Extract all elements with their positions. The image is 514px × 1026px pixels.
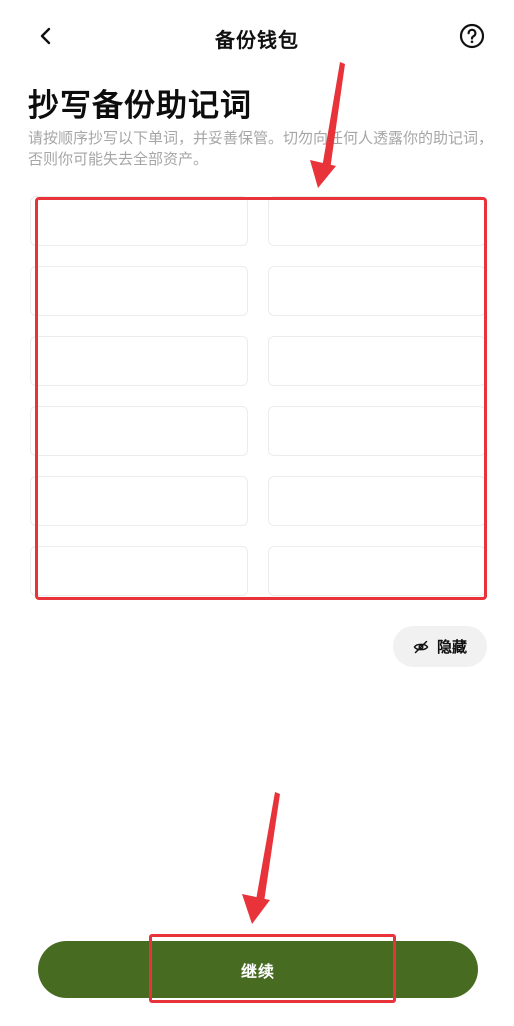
annotation-arrow-bottom <box>242 792 280 924</box>
annotation-arrow-top <box>310 62 345 188</box>
mnemonic-grid <box>30 196 486 598</box>
mnemonic-word-8 <box>268 406 486 456</box>
hide-words-label: 隐藏 <box>436 638 467 656</box>
mnemonic-word-1 <box>30 196 248 246</box>
page-title: 抄写备份助记词 <box>28 88 252 124</box>
mnemonic-word-2 <box>268 196 486 246</box>
mnemonic-word-6 <box>268 336 486 386</box>
question-circle-icon <box>459 23 485 49</box>
mnemonic-word-5 <box>30 336 248 386</box>
mnemonic-word-10 <box>268 476 486 526</box>
mnemonic-word-12 <box>268 546 486 596</box>
app-header: 备份钱包 <box>0 0 514 72</box>
mnemonic-word-3 <box>30 266 248 316</box>
continue-button[interactable]: 继续 <box>38 941 478 998</box>
mnemonic-word-4 <box>268 266 486 316</box>
page-subtitle: 请按顺序抄写以下单词，并妥善保管。切勿向任何人透露你的助记词，否则你可能失去全部… <box>28 129 494 168</box>
help-button[interactable] <box>459 23 485 49</box>
mnemonic-word-9 <box>30 476 248 526</box>
eye-off-icon <box>413 640 429 653</box>
mnemonic-word-7 <box>30 406 248 456</box>
hide-words-button[interactable]: 隐藏 <box>393 626 487 667</box>
header-title: 备份钱包 <box>215 28 299 52</box>
mnemonic-word-11 <box>30 546 248 596</box>
continue-label: 继续 <box>240 961 275 981</box>
